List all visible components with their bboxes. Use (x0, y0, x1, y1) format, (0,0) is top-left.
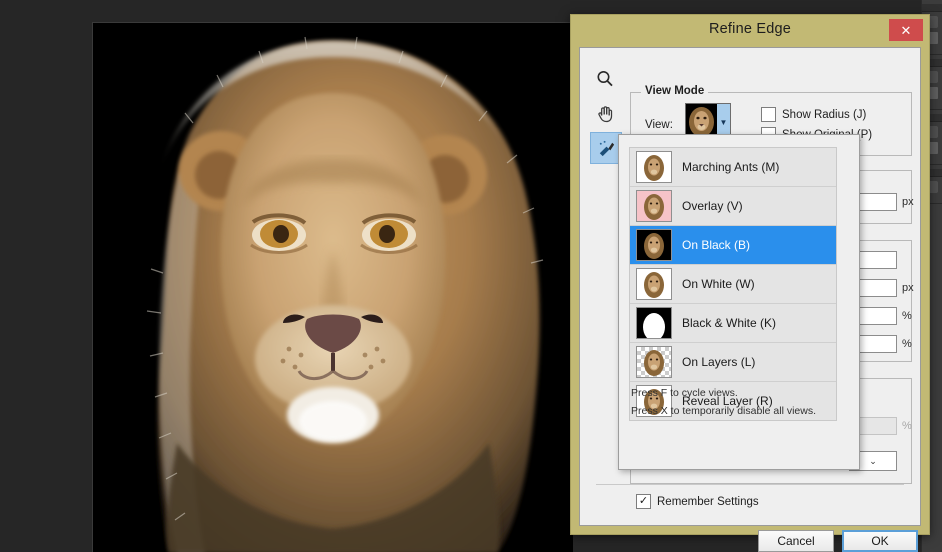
dropdown-item-label: On White (W) (682, 277, 755, 291)
panel-tabbar (922, 4, 942, 12)
thumbnail-black-and-white (636, 307, 672, 339)
dropdown-item-label: On Black (B) (682, 238, 750, 252)
dropdown-item-label: On Layers (L) (682, 355, 755, 369)
dropdown-item-black-and-white[interactable]: Black & White (K) (630, 304, 836, 343)
dialog-titlebar[interactable]: Refine Edge ✕ (571, 15, 929, 45)
feather-unit: px (902, 282, 914, 294)
show-radius-label: Show Radius (J) (782, 109, 866, 121)
thumbnail-on-white (636, 268, 672, 300)
lion-portrait-image (93, 23, 573, 552)
dropdown-hint-line-2: Press X to temporarily disable all views… (631, 405, 816, 417)
document-canvas[interactable] (92, 22, 573, 552)
photoshop-window: Refine Edge ✕ (0, 0, 942, 552)
thumbnail-marching-ants (636, 151, 672, 183)
cancel-button[interactable]: Cancel (758, 530, 834, 552)
view-mode-dropdown-list[interactable]: Marching Ants (M) (629, 147, 837, 421)
dropdown-hint-line-1: Press F to cycle views. (631, 387, 738, 399)
dropdown-item-overlay[interactable]: Overlay (V) (630, 187, 836, 226)
show-radius-checkbox-box (761, 107, 776, 122)
thumbnail-on-black (636, 229, 672, 261)
thumbnail-overlay (636, 190, 672, 222)
view-label: View: (645, 119, 673, 131)
thumbnail-on-layers (636, 346, 672, 378)
refine-edge-dialog: Refine Edge ✕ (570, 14, 930, 535)
dialog-body: View Mode View: ▼ (579, 47, 921, 526)
ok-button[interactable]: OK (842, 530, 918, 552)
dropdown-item-on-layers[interactable]: On Layers (L) (630, 343, 836, 382)
dialog-title: Refine Edge (571, 21, 929, 37)
lion-illustration (93, 23, 573, 552)
view-mode-dropdown-popup[interactable]: Marching Ants (M) (618, 134, 860, 470)
magnifier-icon (590, 64, 620, 94)
divider (596, 484, 904, 485)
output-amount-unit: % (902, 420, 912, 432)
dropdown-item-on-black[interactable]: On Black (B) (630, 226, 836, 265)
view-mode-group-label: View Mode (641, 85, 708, 97)
hand-tool-button[interactable] (590, 98, 620, 128)
zoom-tool-button[interactable] (590, 64, 620, 94)
remember-settings-checkbox[interactable]: ✓ Remember Settings (636, 494, 759, 509)
remember-settings-label: Remember Settings (657, 496, 759, 508)
dropdown-item-label: Marching Ants (M) (682, 160, 779, 174)
brush-icon (591, 133, 621, 163)
remember-settings-checkbox-box: ✓ (636, 494, 651, 509)
dropdown-item-label: Overlay (V) (682, 199, 743, 213)
radius-unit: px (902, 196, 914, 208)
dropdown-item-marching-ants[interactable]: Marching Ants (M) (630, 148, 836, 187)
shift-edge-unit: % (902, 338, 912, 350)
dropdown-item-on-white[interactable]: On White (W) (630, 265, 836, 304)
chevron-down-icon: ⌄ (869, 456, 877, 467)
close-icon[interactable]: ✕ (889, 19, 923, 41)
show-radius-checkbox[interactable]: Show Radius (J) (761, 107, 866, 122)
contrast-unit: % (902, 310, 912, 322)
hand-icon (590, 98, 620, 128)
dropdown-item-label: Black & White (K) (682, 316, 776, 330)
